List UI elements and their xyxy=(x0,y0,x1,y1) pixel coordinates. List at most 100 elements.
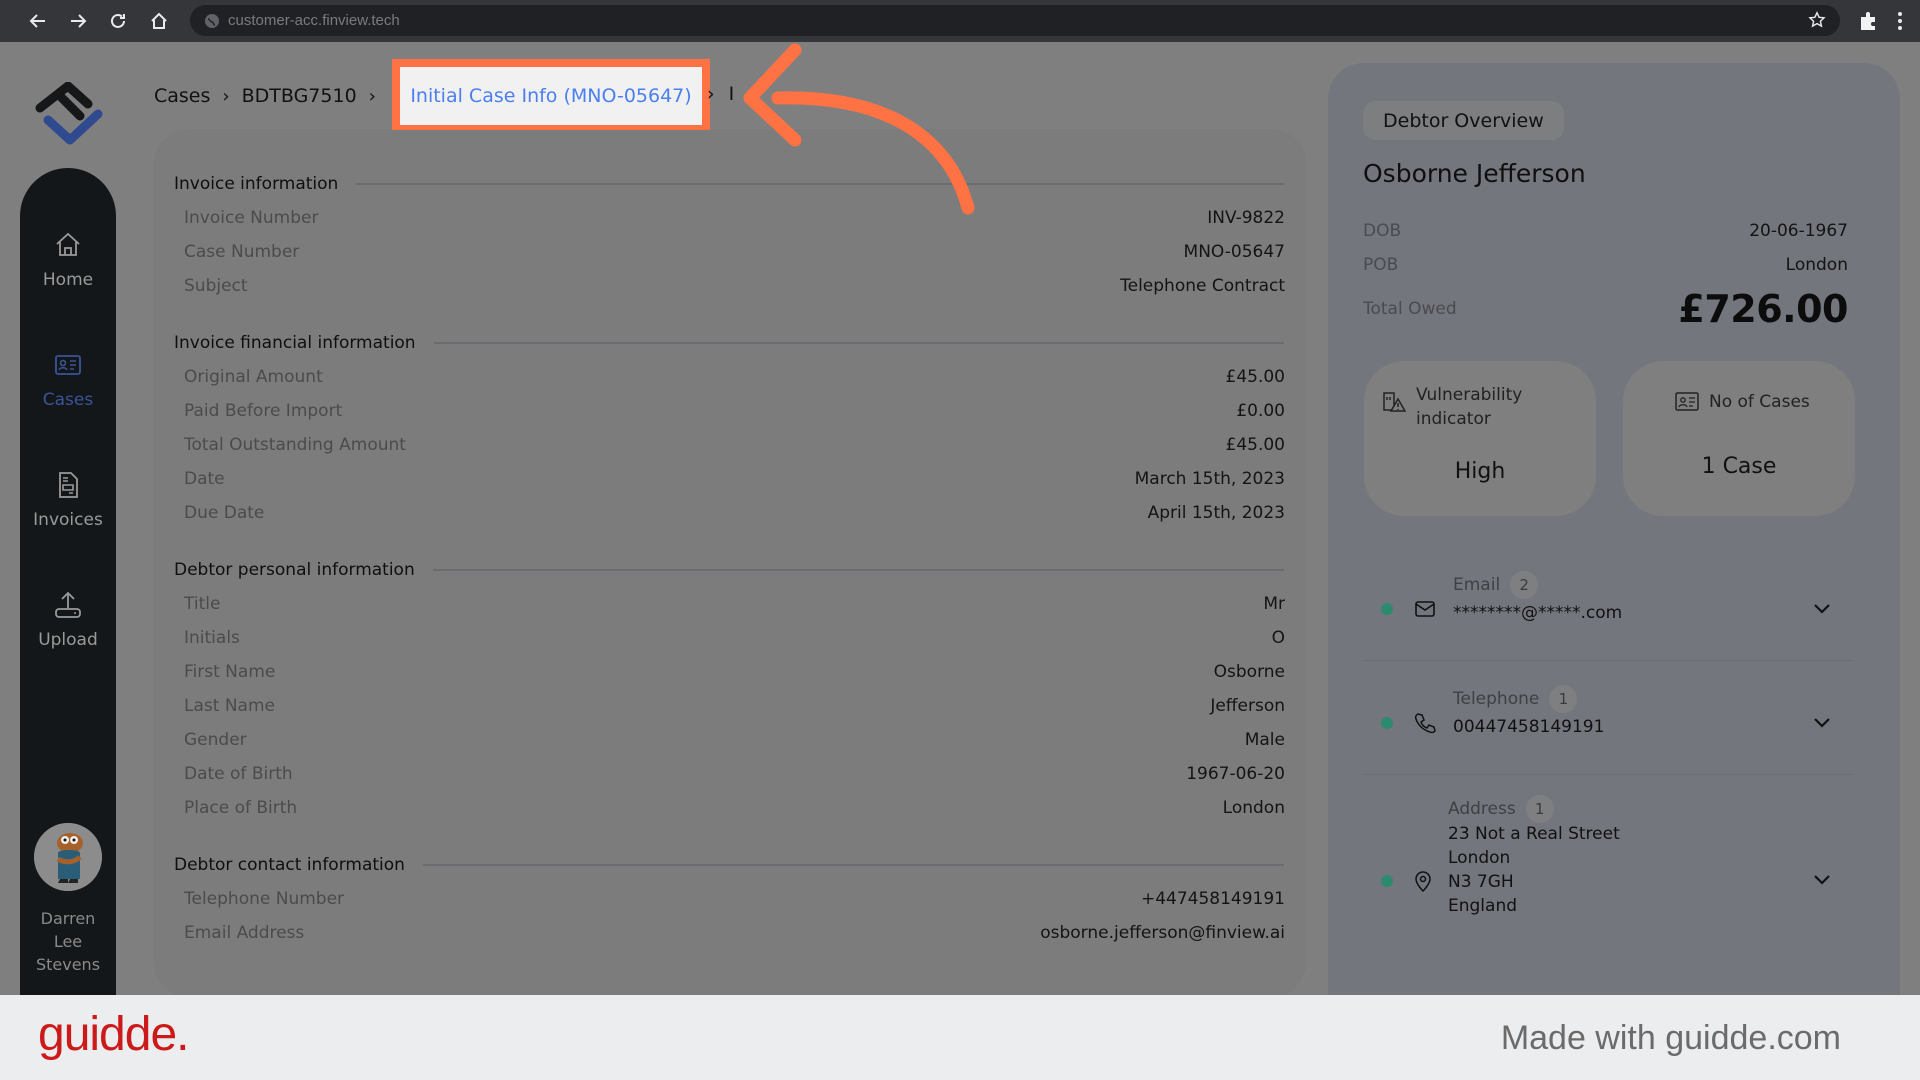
contact-type: Address xyxy=(1448,799,1516,819)
id-card-icon xyxy=(55,355,81,375)
home-button[interactable] xyxy=(139,1,179,41)
finview-logo[interactable] xyxy=(30,82,108,148)
detail-row: Subject Telephone Contract xyxy=(184,276,1285,296)
section-invoice-financial-information: Invoice financial information xyxy=(174,333,1284,353)
user-first-name: Darren xyxy=(40,909,96,928)
section-divider xyxy=(433,342,1284,344)
bookmark-star-icon[interactable] xyxy=(1808,11,1826,29)
contact-value: 00447458149191 xyxy=(1453,717,1605,737)
detail-row: Gender Male xyxy=(184,730,1285,750)
detail-row: First Name Osborne xyxy=(184,662,1285,682)
home-icon xyxy=(151,12,167,29)
debtor-overview-panel: Debtor Overview Osborne Jefferson DOB 20… xyxy=(1328,63,1900,998)
arrow-right-icon xyxy=(71,14,87,28)
row-value: Mr xyxy=(1263,594,1285,614)
status-dot xyxy=(1381,717,1393,729)
row-value: MNO-05647 xyxy=(1183,242,1285,262)
contact-telephone: Telephone 1 00447458149191 xyxy=(1363,661,1853,775)
sidebar-item-home[interactable]: Home xyxy=(20,230,116,290)
section-debtor-personal-information: Debtor personal information xyxy=(174,560,1284,580)
row-label: Place of Birth xyxy=(184,798,298,818)
debtor-overview-tag: Debtor Overview xyxy=(1363,101,1564,140)
detail-row: Initials O xyxy=(184,628,1285,648)
address-line: 23 Not a Real Street xyxy=(1448,824,1620,844)
row-label: Original Amount xyxy=(184,367,323,387)
invoice-icon xyxy=(59,472,78,498)
sidebar-item-upload[interactable]: Upload xyxy=(20,590,116,650)
url-text[interactable]: customer-acc.finview.tech xyxy=(228,12,400,29)
row-label: Invoice Number xyxy=(184,208,319,228)
contact-type: Telephone xyxy=(1453,689,1540,709)
sidebar-item-cases[interactable]: Cases xyxy=(20,350,116,410)
row-label: Case Number xyxy=(184,242,300,262)
detail-row: Total Outstanding Amount £45.00 xyxy=(184,435,1285,455)
total-owed-value: £726.00 xyxy=(1678,287,1848,331)
breadcrumb-cases[interactable]: Cases xyxy=(154,85,210,107)
guidde-logo[interactable]: guidde. xyxy=(38,1007,189,1062)
user-profile[interactable]: Darren Lee Stevens xyxy=(20,823,116,976)
breadcrumb-case-id[interactable]: BDTBG7510 xyxy=(242,85,357,107)
contact-title: Email 2 xyxy=(1453,571,1539,599)
row-value: £45.00 xyxy=(1225,435,1285,455)
row-value: Telephone Contract xyxy=(1120,276,1285,296)
section-title: Invoice financial information xyxy=(174,333,416,353)
contact-value: ********@*****.com xyxy=(1453,603,1623,623)
row-label: Gender xyxy=(184,730,247,750)
made-with-guidde[interactable]: Made with guidde.com xyxy=(1501,1019,1841,1058)
chevron-down-icon[interactable] xyxy=(1811,597,1833,619)
back-button[interactable] xyxy=(18,1,58,41)
row-value: £0.00 xyxy=(1236,401,1285,421)
detail-row: Last Name Jefferson xyxy=(184,696,1285,716)
user-middle-name: Lee xyxy=(53,932,83,951)
site-info-icon[interactable] xyxy=(204,13,220,29)
contact-address: Address 1 23 Not a Real Street London N3 … xyxy=(1363,775,1853,998)
detail-row: Title Mr xyxy=(184,594,1285,614)
case-details-card: Invoice information Invoice Number INV-98… xyxy=(155,130,1305,996)
row-label: Subject xyxy=(184,276,248,296)
row-label: Telephone Number xyxy=(184,889,345,909)
extensions-puzzle-icon[interactable] xyxy=(1858,10,1880,32)
breadcrumb-separator: › xyxy=(368,85,376,107)
browser-toolbar: customer-acc.finview.tech xyxy=(0,0,1920,42)
contact-title: Telephone 1 xyxy=(1453,685,1578,713)
breadcrumb-initial-case-info[interactable]: Initial Case Info (MNO-05647) xyxy=(392,59,710,133)
row-value: March 15th, 2023 xyxy=(1134,469,1285,489)
detail-row: Case Number MNO-05647 xyxy=(184,242,1285,262)
section-divider xyxy=(356,183,1284,185)
address-bar[interactable]: customer-acc.finview.tech xyxy=(190,5,1840,36)
breadcrumb-initial-case-info-label[interactable]: Initial Case Info (MNO-05647) xyxy=(410,85,691,107)
home-icon xyxy=(56,232,80,256)
section-title: Invoice information xyxy=(174,174,339,194)
row-label: Total Outstanding Amount xyxy=(184,435,406,455)
user-last-name: Stevens xyxy=(35,955,101,974)
row-value: +447458149191 xyxy=(1140,889,1285,909)
pob-label: POB xyxy=(1363,255,1399,275)
section-divider xyxy=(432,569,1284,571)
chevron-down-icon[interactable] xyxy=(1811,711,1833,733)
sidebar-item-label: Invoices xyxy=(33,510,103,530)
section-debtor-contact-information: Debtor contact information xyxy=(174,855,1284,875)
row-value: Osborne xyxy=(1213,662,1285,682)
reload-button[interactable] xyxy=(98,1,138,41)
row-label: Paid Before Import xyxy=(184,401,343,421)
row-value: osborne.jefferson@finview.ai xyxy=(1040,923,1285,943)
breadcrumb-next[interactable]: I xyxy=(729,83,735,105)
dob-row: DOB 20-06-1967 xyxy=(1363,221,1848,241)
avatar[interactable] xyxy=(34,823,102,891)
row-label: Date xyxy=(184,469,225,489)
map-pin-icon xyxy=(1415,871,1431,893)
row-value: 1967-06-20 xyxy=(1186,764,1285,784)
breadcrumb-separator: › xyxy=(707,83,715,105)
forward-button[interactable] xyxy=(58,1,98,41)
row-label: First Name xyxy=(184,662,276,682)
vulnerability-label-line2: indicator xyxy=(1416,409,1491,429)
reload-icon xyxy=(111,13,125,28)
chevron-down-icon[interactable] xyxy=(1811,868,1833,890)
contact-type: Email xyxy=(1453,575,1501,595)
contact-title: Address 1 xyxy=(1448,795,1554,823)
dob-label: DOB xyxy=(1363,221,1402,241)
count-badge: 2 xyxy=(1510,571,1539,599)
address-lines: 23 Not a Real Street London N3 7GH Engla… xyxy=(1448,822,1620,918)
kebab-menu-icon[interactable] xyxy=(1896,10,1904,32)
sidebar-item-invoices[interactable]: Invoices xyxy=(20,470,116,530)
